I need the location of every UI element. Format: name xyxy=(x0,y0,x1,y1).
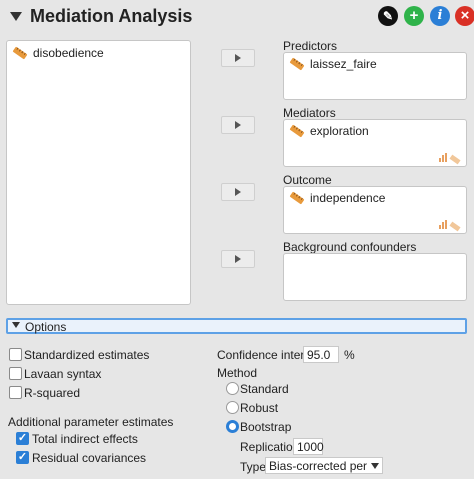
predictor-label: laissez_faire xyxy=(310,57,377,71)
background-confounders-label: Background confounders xyxy=(283,240,417,254)
additional-estimates-heading: Additional parameter estimates xyxy=(8,415,174,429)
method-label: Method xyxy=(217,366,258,380)
ruler-icon xyxy=(449,221,461,232)
variable-label: disobedience xyxy=(33,46,104,60)
continuous-ruler-icon xyxy=(12,46,28,60)
available-variables-list[interactable]: disobedience xyxy=(6,40,191,305)
close-icon[interactable]: × xyxy=(455,6,474,26)
r-squared-label: R-squared xyxy=(24,386,81,400)
total-indirect-effects-checkbox[interactable]: ✓ xyxy=(16,432,29,445)
standardized-estimates-label: Standardized estimates xyxy=(24,348,150,362)
move-to-background-button[interactable] xyxy=(221,250,255,268)
options-label: Options xyxy=(25,320,67,334)
move-to-mediators-button[interactable] xyxy=(221,116,255,134)
move-to-outcome-button[interactable] xyxy=(221,183,255,201)
arrow-right-icon xyxy=(235,255,241,263)
mediator-item[interactable]: exploration xyxy=(289,123,466,139)
continuous-ruler-icon xyxy=(289,191,305,205)
total-indirect-effects-label: Total indirect effects xyxy=(32,432,138,446)
analysis-title: Mediation Analysis xyxy=(30,6,193,26)
residual-covariances-checkbox[interactable]: ✓ xyxy=(16,451,29,464)
collapse-analysis-toggle[interactable] xyxy=(10,12,22,21)
arrow-right-icon xyxy=(235,188,241,196)
method-standard-label: Standard xyxy=(240,382,289,396)
allowed-types-icon xyxy=(439,220,461,232)
bar-chart-icon xyxy=(439,220,447,229)
outcome-box[interactable]: independence xyxy=(283,186,467,234)
move-to-predictors-button[interactable] xyxy=(221,49,255,67)
r-squared-checkbox[interactable] xyxy=(9,386,22,399)
arrow-right-icon xyxy=(235,54,241,62)
outcome-item[interactable]: independence xyxy=(289,190,466,206)
chevron-down-icon xyxy=(371,462,379,469)
allowed-types-icon xyxy=(439,153,461,165)
bootstrap-type-select[interactable]: Bias-corrected percentile xyxy=(265,457,383,474)
outcome-variable-label: independence xyxy=(310,191,386,205)
mediators-box[interactable]: exploration xyxy=(283,119,467,167)
outcome-label: Outcome xyxy=(283,173,332,187)
background-confounders-box[interactable] xyxy=(283,253,467,301)
method-robust-radio[interactable] xyxy=(226,401,239,414)
type-label: Type xyxy=(240,460,267,474)
standardized-estimates-checkbox[interactable] xyxy=(9,348,22,361)
bar-chart-icon xyxy=(439,153,447,162)
replications-input[interactable]: 1000 xyxy=(293,438,324,455)
arrow-right-icon xyxy=(235,121,241,129)
options-section-header[interactable] xyxy=(6,318,467,334)
expand-options-icon xyxy=(12,322,20,328)
continuous-ruler-icon xyxy=(289,57,305,71)
ci-percent-unit: % xyxy=(344,348,355,362)
lavaan-syntax-label: Lavaan syntax xyxy=(24,367,102,381)
lavaan-syntax-checkbox[interactable] xyxy=(9,367,22,380)
mediators-label: Mediators xyxy=(283,106,336,120)
bootstrap-type-value: Bias-corrected percentile xyxy=(269,458,367,473)
confidence-intervals-input[interactable]: 95.0 xyxy=(303,346,339,363)
mediator-label: exploration xyxy=(310,124,369,138)
info-icon[interactable]: i xyxy=(430,6,450,26)
method-bootstrap-radio[interactable] xyxy=(226,420,239,433)
method-standard-radio[interactable] xyxy=(226,382,239,395)
residual-covariances-label: Residual covariances xyxy=(32,451,147,465)
continuous-ruler-icon xyxy=(289,124,305,138)
predictor-item[interactable]: laissez_faire xyxy=(289,56,466,72)
method-bootstrap-label: Bootstrap xyxy=(240,420,292,434)
predictors-box[interactable]: laissez_faire xyxy=(283,52,467,100)
add-icon[interactable]: + xyxy=(404,6,424,26)
ruler-icon xyxy=(449,154,461,165)
method-robust-label: Robust xyxy=(240,401,279,415)
variable-item-disobedience[interactable]: disobedience xyxy=(12,45,190,61)
edit-icon[interactable]: ✎ xyxy=(378,6,398,26)
predictors-label: Predictors xyxy=(283,39,338,53)
